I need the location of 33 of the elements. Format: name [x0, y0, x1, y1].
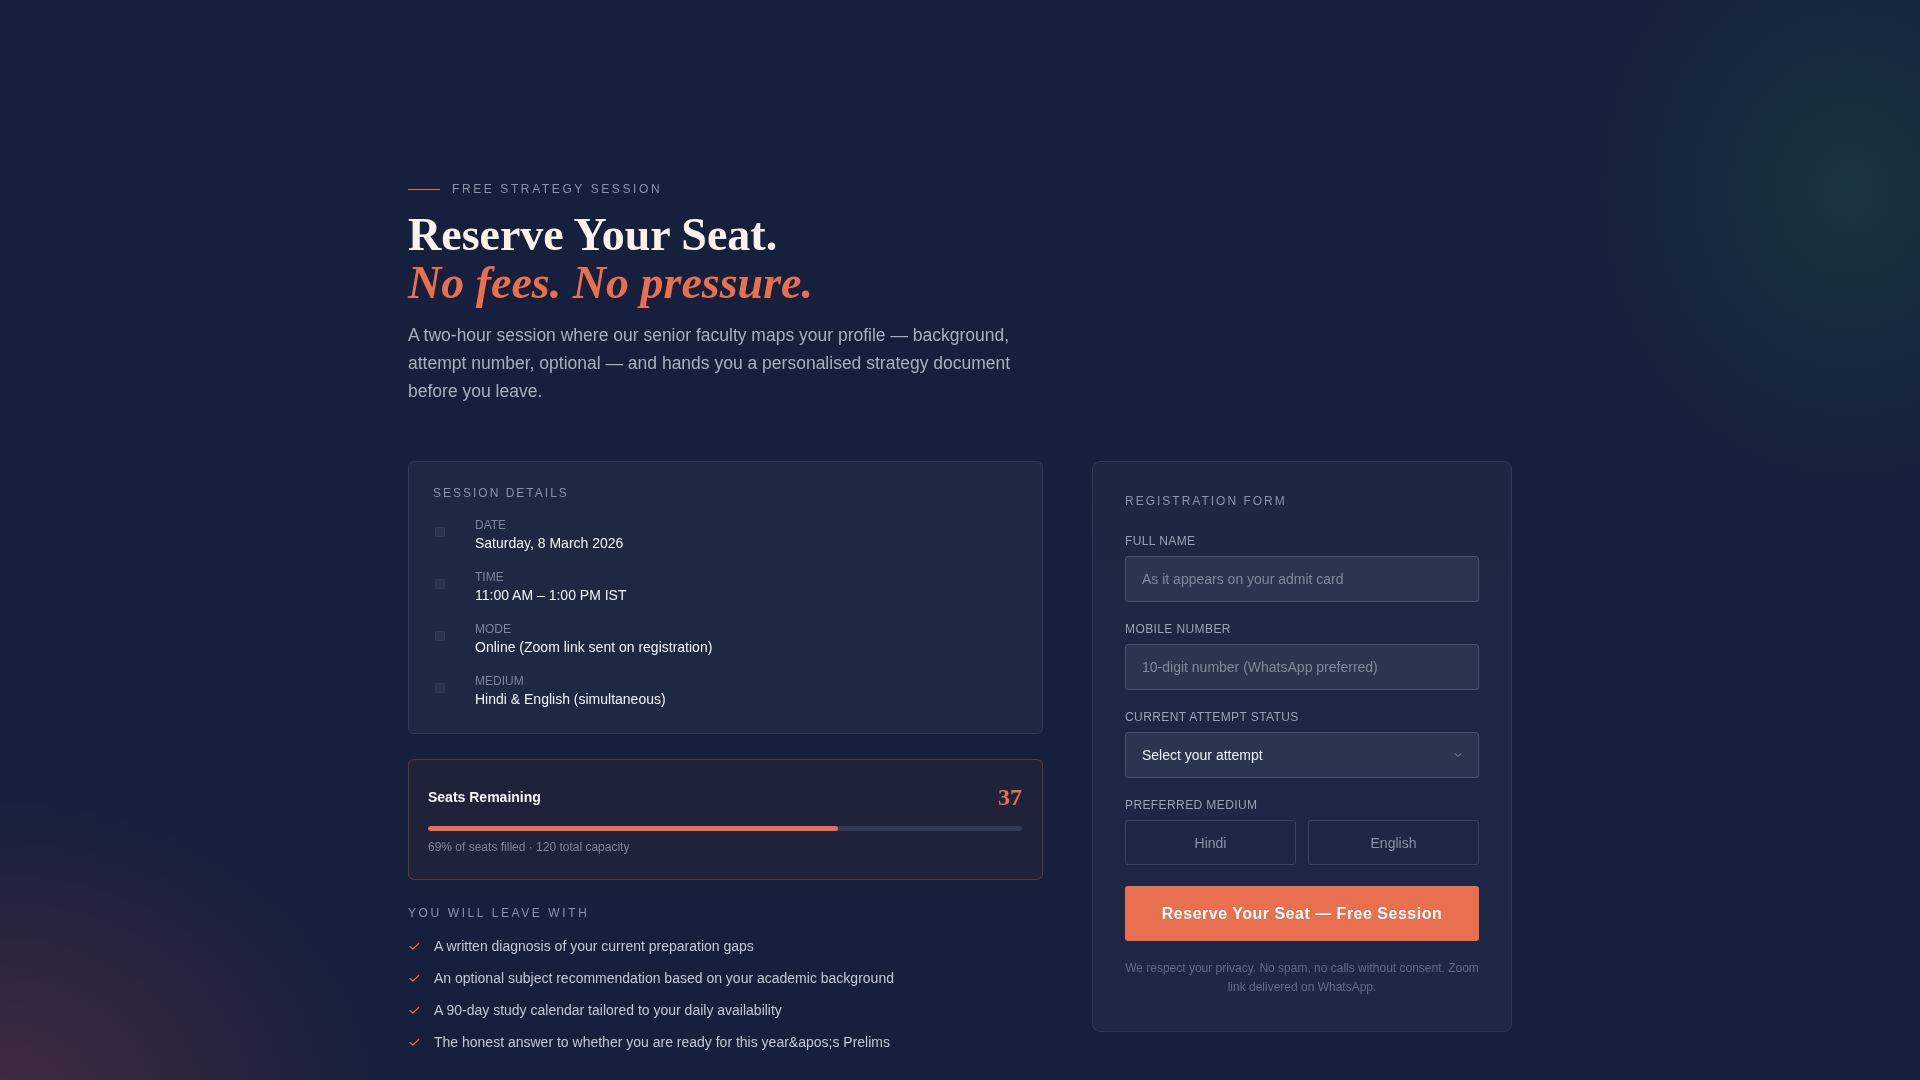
form-title: REGISTRATION FORM: [1125, 493, 1287, 509]
detail-value: Saturday, 8 March 2026: [475, 534, 624, 553]
heading-tagline: No fees. No pressure.: [408, 259, 813, 307]
page-heading: Reserve Your Seat.: [408, 211, 778, 259]
input-field[interactable]: As it appears on your admit card: [1125, 556, 1479, 602]
seats-count: 37: [998, 783, 1022, 811]
privacy-note: We respect your privacy. No spam, no calls without consent. Zoom link delivered on WhatsApp.: [1125, 960, 1479, 996]
submit-button[interactable]: Reserve Your Seat — Free Session: [1125, 886, 1479, 941]
eyebrow-label: FREE STRATEGY SESSION: [452, 181, 663, 197]
field-label: MOBILE NUMBER: [1125, 621, 1231, 637]
outcome-text: An optional subject recommendation based on your academic background: [434, 969, 894, 988]
detail-value: 11:00 AM – 1:00 PM IST: [475, 586, 627, 605]
outcome-text: The honest answer to whether you are ready for this year&apos;s Prelims: [434, 1033, 890, 1052]
outcome-text: A written diagnosis of your current preparation gaps: [434, 937, 754, 956]
outcome-text: A 90-day study calendar tailored to your daily availability: [434, 1001, 782, 1020]
medium-option[interactable]: English: [1308, 820, 1479, 865]
field-label: CURRENT ATTEMPT STATUS: [1125, 709, 1299, 725]
field-label: FULL NAME: [1125, 533, 1196, 549]
seats-caption: 69% of seats filled · 120 total capacity: [428, 839, 630, 855]
detail-label: DATE: [475, 517, 507, 533]
section-title: SESSION DETAILS: [433, 485, 569, 501]
input-field[interactable]: 10-digit number (WhatsApp preferred): [1125, 644, 1479, 690]
detail-value: Hindi & English (simultaneous): [475, 690, 666, 709]
detail-value: Online (Zoom link sent on registration): [475, 638, 713, 657]
intro-paragraph: A two-hour session where our senior faculty maps your profile — background, attempt number, optional — and hands you a personalised strategy document before you leave.: [408, 324, 1012, 403]
detail-label: MEDIUM: [475, 673, 524, 689]
select-field[interactable]: Select your attempt: [1125, 732, 1479, 778]
field-label: PREFERRED MEDIUM: [1125, 797, 1258, 813]
section-title: YOU WILL LEAVE WITH: [408, 905, 590, 921]
detail-label: MODE: [475, 621, 511, 637]
seats-label: Seats Remaining: [428, 789, 541, 805]
detail-label: TIME: [475, 569, 504, 585]
medium-option[interactable]: Hindi: [1125, 820, 1296, 865]
